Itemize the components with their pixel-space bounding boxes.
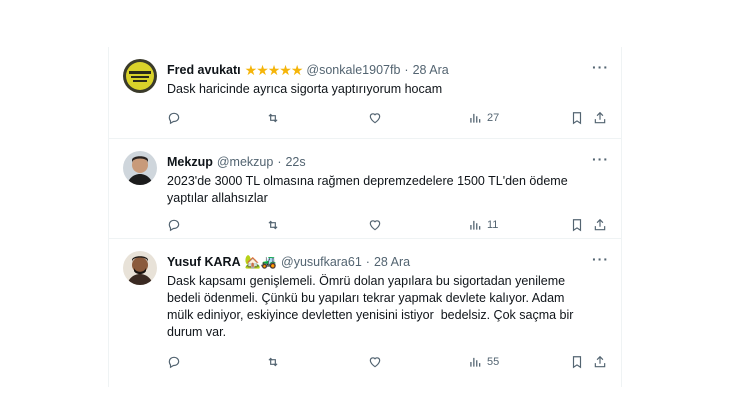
star-rating-icon: ★★★★★ — [244, 61, 304, 78]
like-button[interactable] — [368, 355, 382, 369]
retweet-icon — [268, 220, 278, 230]
reply-button[interactable] — [167, 111, 181, 125]
bookmark-icon — [572, 219, 582, 232]
share-button[interactable] — [593, 111, 607, 125]
tweet-actions: 11 — [167, 216, 609, 234]
tweet-header: Yusuf KARA 🏡🚜 @yusufkara61 · 28 Ara — [167, 253, 410, 271]
views-button[interactable]: 11 — [468, 218, 498, 232]
display-name[interactable]: Yusuf KARA — [167, 255, 241, 269]
tweet[interactable]: Fred avukatı ★★★★★ @sonkale1907fb · 28 A… — [109, 47, 621, 139]
heart-icon — [369, 220, 381, 231]
bookmark-icon — [572, 356, 582, 369]
retweet-button[interactable] — [266, 111, 280, 125]
views-count: 27 — [487, 112, 500, 124]
share-icon — [594, 218, 606, 231]
tweet-text: 2023'de 3000 TL olmasına rağmen depremze… — [167, 174, 568, 205]
bookmark-button[interactable] — [570, 111, 584, 125]
like-button[interactable] — [368, 218, 382, 232]
views-button[interactable]: 27 — [468, 111, 499, 125]
share-button[interactable] — [593, 218, 607, 232]
avatar[interactable] — [123, 59, 157, 93]
timestamp[interactable]: 28 Ara — [413, 63, 449, 77]
views-count: 55 — [487, 356, 500, 368]
separator-dot: · — [404, 63, 409, 77]
reply-icon — [168, 356, 180, 369]
bookmark-icon — [572, 112, 582, 125]
retweet-icon — [268, 113, 278, 123]
house-tractor-emoji-icon: 🏡🚜 — [244, 254, 277, 269]
tweet-header: Fred avukatı ★★★★★ @sonkale1907fb · 28 A… — [167, 61, 449, 79]
share-icon — [594, 355, 606, 368]
separator-dot: · — [365, 255, 370, 269]
separator-dot: · — [277, 155, 282, 169]
more-options-icon[interactable]: ··· — [592, 59, 609, 75]
more-options-icon[interactable]: ··· — [592, 151, 609, 167]
analytics-icon — [470, 113, 481, 123]
tweet-actions: 55 — [167, 353, 609, 371]
man-portrait-avatar-icon — [123, 251, 157, 285]
bookmark-button[interactable] — [570, 218, 584, 232]
timestamp[interactable]: 22s — [285, 155, 305, 169]
analytics-icon — [470, 220, 481, 230]
reply-icon — [168, 219, 180, 232]
tweet[interactable]: Yusuf KARA 🏡🚜 @yusufkara61 · 28 Ara ··· … — [109, 239, 621, 384]
views-count: 11 — [487, 219, 499, 231]
retweet-icon — [268, 357, 278, 367]
avatar[interactable] — [123, 251, 157, 285]
display-name[interactable]: Mekzup — [167, 155, 213, 169]
user-handle[interactable]: @sonkale1907fb — [306, 63, 400, 77]
bookmark-button[interactable] — [570, 355, 584, 369]
timestamp[interactable]: 28 Ara — [374, 255, 410, 269]
heart-icon — [369, 357, 381, 368]
tweet-actions: 27 — [167, 109, 609, 127]
more-options-icon[interactable]: ··· — [592, 251, 609, 267]
reply-feed: Fred avukatı ★★★★★ @sonkale1907fb · 28 A… — [108, 47, 622, 387]
tweet-header: Mekzup @mekzup · 22s — [167, 153, 306, 171]
share-button[interactable] — [593, 355, 607, 369]
display-name[interactable]: Fred avukatı — [167, 63, 241, 77]
avatar[interactable] — [123, 151, 157, 185]
like-button[interactable] — [368, 111, 382, 125]
share-icon — [594, 111, 606, 124]
tweet[interactable]: Mekzup @mekzup · 22s ··· 2023'de 3000 TL… — [109, 139, 621, 239]
yellow-badge-avatar-icon — [123, 59, 157, 93]
reply-button[interactable] — [167, 218, 181, 232]
analytics-icon — [470, 357, 481, 367]
retweet-button[interactable] — [266, 218, 280, 232]
reply-button[interactable] — [167, 355, 181, 369]
reply-icon — [168, 112, 180, 125]
heart-icon — [369, 113, 381, 124]
tweet-text: Dask kapsamı genişlemeli. Ömrü dolan yap… — [167, 274, 574, 339]
retweet-button[interactable] — [266, 355, 280, 369]
tweet-text: Dask haricinde ayrıca sigorta yaptırıyor… — [167, 82, 443, 96]
user-handle[interactable]: @yusufkara61 — [281, 255, 362, 269]
views-button[interactable]: 55 — [468, 355, 499, 369]
user-handle[interactable]: @mekzup — [217, 155, 273, 169]
man-portrait-avatar-icon — [123, 151, 157, 185]
